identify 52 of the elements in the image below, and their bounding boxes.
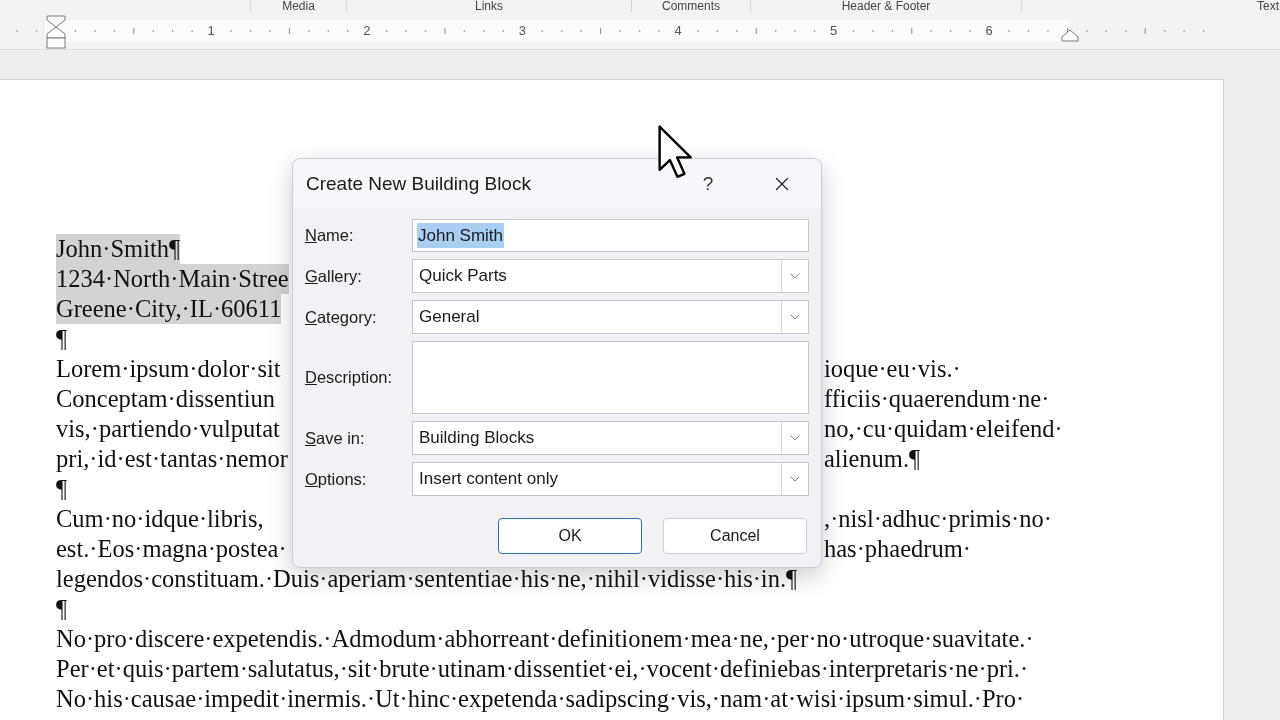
dialog-button[interactable]: OK [498,518,642,554]
field-label: Save in: [305,427,366,449]
dropdown[interactable]: Quick Parts [412,259,809,293]
dropdown[interactable]: Insert content only [412,462,809,496]
ruler-number: 5 [830,23,838,39]
document-text: ¶ [56,594,68,624]
ruler-number: 3 [518,23,527,39]
ribbon-group-label: Header & Footer [841,0,931,12]
document-text: Greene·City,·IL·60611 [56,294,282,324]
document-text: Cum·no·idque·libris, [56,504,264,534]
field-label: Name: [305,225,355,247]
document-text: ,·nisl·adhuc·primis·no· [824,504,1052,534]
document-text: est.·Eos·magna·postea· [56,534,287,564]
document-text: fficiis·quaerendum·ne· [824,384,1050,414]
ruler-number: 2 [363,23,371,39]
ribbon-group-label: Links [475,0,503,12]
ribbon-group-label: Text [1257,0,1279,12]
dialog-button[interactable]: Cancel [663,518,807,554]
document-text: alienum.¶ [824,444,921,474]
dropdown[interactable]: General [412,300,809,334]
document-text: Conceptam·dissentiun [56,384,276,414]
dropdown[interactable]: Building Blocks [412,421,809,455]
document-text: Lorem·ipsum·dolor·sit [56,354,281,384]
document-text: pri,·id·est·tantas·nemor [56,444,288,474]
document-text: no,·cu·quidam·eleifend· [824,414,1063,444]
ribbon-group-label: Media [282,0,315,12]
document-text: legendos·constituam.·Duis·aperiam·sententiae·his·ne,·nihil·vidisse·his·in.¶ [56,564,798,594]
document-text: has·phaedrum· [824,534,971,564]
ruler-number: 6 [985,23,993,39]
document-text: ¶ [56,474,68,504]
dialog-title: Create New Building Block [306,171,531,196]
text-area[interactable] [412,341,809,414]
field-label: Gallery: [305,265,363,287]
document-text: vis,·partiendo·vulputat [56,414,280,444]
field-label: Options: [305,468,368,490]
document-text: No·his·causae·impedit·inermis.·Ut·hinc·expetenda·sadipscing·vis,·nam·at·wisi·ipsum·simul.·Pro· [56,684,1025,714]
left-indent-marker-icon[interactable] [46,15,66,49]
right-indent-marker-icon[interactable] [1061,29,1079,42]
help-button[interactable]: ? [693,169,723,199]
document-text: John·Smith¶ [56,234,181,264]
document-text: ioque·eu·vis.· [824,354,961,384]
document-text: 1234·North·Main·Stree [56,264,289,294]
document-text: Per·et·quis·partem·salutatus,·sit·brute·utinam·dissentiet·ei,·vocent·definiebas·interpretaris·ne·pri.· [56,654,1029,684]
document-text: ¶ [56,324,68,354]
selected-text: John Smith [417,222,505,249]
ribbon-group-label: Comments [662,0,720,12]
field-label: Category: [305,306,378,328]
text-input[interactable]: John Smith [412,219,809,252]
ruler-number: 1 [207,23,215,39]
ruler-number: 4 [674,23,682,39]
document-text: No·pro·discere·expetendis.·Admodum·abhorreant·definitionem·mea·ne,·per·no·utroque·suavitate.· [56,624,1034,654]
field-label: Description: [305,367,394,389]
